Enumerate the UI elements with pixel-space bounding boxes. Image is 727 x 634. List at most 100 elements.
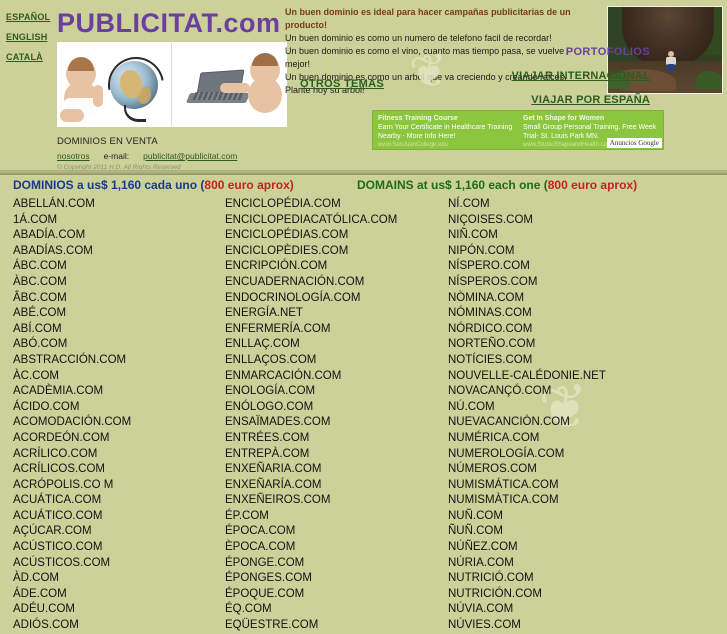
domain-item: NOTÍCIES.COM [448,353,533,366]
domain-item: ÉPOQUE.COM [225,587,305,600]
domain-item: ÀD.COM [13,572,59,585]
domain-item: ÉPONGE.COM [225,556,305,569]
baby2-hair-shape [252,53,278,66]
babies-banner-image [57,42,287,127]
domain-item: ENCICLOPÉDIA.COM [225,198,341,210]
domain-item: ENXEÑEIROS.COM [225,494,331,507]
domain-item: ENÓLOGO.COM [225,400,314,413]
domain-item: NORTEÑO.COM [448,338,536,351]
domain-item: ÁBC.COM [13,260,67,273]
domain-item: ABSTRACCIÓN.COM [13,353,127,366]
baby2-arm-shape [220,83,250,93]
domain-item: NUMEROLOGÍA.COM [448,447,565,460]
domain-item: NUTRICIÓ.COM [448,572,534,585]
domain-column-3: NÍ.COM NIÇOISES.COM NIÑ.COM NIPÓN.COM NÍSPER… [448,197,727,634]
domain-item: ENLLAÇOS.COM [225,353,317,366]
domain-item: ABADÍA.COM [13,229,86,242]
domain-item: NÓRDICO.COM [448,322,533,335]
ad-2-title[interactable]: Get In Shape for Women [523,114,658,123]
domain-item: NÚMEROS.COM [448,463,537,476]
domain-item: ENCUADERNACIÓN.COM [225,275,365,288]
contact-heading: DOMINIOS EN VENTA [57,136,158,147]
domain-item: ACRÓPOLIS.CO M [13,478,114,491]
domain-item: ENSAÏMADES.COM [225,416,331,429]
baby-with-globe-photo [58,43,171,126]
link-otros-temas[interactable]: OTROS TEMAS [300,78,384,90]
domain-item: NÚ.COM [448,400,495,413]
domain-item: ABELLÁN.COM [13,198,95,210]
price-es-euro: 800 euro [204,178,254,192]
ad-1-title[interactable]: Fitness Training Course [378,114,513,123]
language-link-english[interactable]: ENGLISH [6,32,56,42]
ad-1-url[interactable]: www.SanJuanCollege.edu [378,141,513,149]
domain-item: ENDOCRINOLOGÍA.COM [225,291,361,304]
domain-item: ENCICLOPEDIACATÓLICA.COM [225,213,398,226]
google-ads-logo: Anuncios Google [606,138,662,148]
domain-item: ENCICLOPÉDIAS.COM [225,229,349,242]
page-header: ESPAÑOL ENGLISH CATALÀ PUBLICITAT.com Un… [0,0,727,171]
domain-item: NUMISMÁTICA.COM [448,478,559,491]
email-label: e-mail: [103,151,130,161]
domain-item: NÍSPERO.COM [448,260,530,273]
price-english: DOMAINS at us$ 1,160 each one (800 euro … [357,178,637,192]
domain-item: ENMARCACIÓN.COM [225,369,342,382]
domain-item: ADIÓS.COM [13,619,79,632]
domain-column-2: ENCICLOPÉDIA.COM ENCICLOPEDIACATÓLICA.COM… [223,197,448,634]
domain-item: NÍSPEROS.COM [448,275,538,288]
domain-item: ÈPOCA.COM [225,541,296,554]
price-es-suffix: aprox) [253,178,294,192]
domain-item: ACRÍLICOS.COM [13,463,106,476]
contact-row: nosotros e-mail: publicitat@publicitat.c… [57,151,237,161]
domain-columns: ABELLÁN.COM 1Á.COM ABADÍA.COM ABADÍAS.COM ÁB… [0,197,727,634]
contact-block: DOMINIOS EN VENTA nosotros e-mail: publi… [57,136,237,171]
google-ads-banner[interactable]: Fitness Training Course Earn Your Certif… [372,110,664,150]
language-link-catala[interactable]: CATALÀ [6,52,56,62]
domain-item: NUEVACANCIÓN.COM [448,416,570,429]
tagline-line-1: Un buen dominio es ideal para hacer camp… [285,7,571,30]
domain-item: ÂBC.COM [13,291,67,304]
link-viajar-internacional[interactable]: VIAJAR INTERNACIONAL [455,70,650,82]
domain-item: ACUÁTICA.COM [13,494,102,507]
domain-item: NIPÓN.COM [448,244,515,257]
language-link-espanol[interactable]: ESPAÑOL [6,12,56,22]
domain-column-1: ABELLÁN.COM 1Á.COM ABADÍA.COM ABADÍAS.COM ÁB… [0,197,223,634]
ad-slot-1[interactable]: Fitness Training Course Earn Your Certif… [373,111,518,149]
domain-item: ÉPONGES.COM [225,572,312,585]
domain-item: ÉPOCA.COM [225,525,296,538]
ad-1-text: Earn Your Certificate in Healthcare Trai… [378,124,513,140]
domain-item: AÇÚCAR.COM [13,525,92,538]
domain-item: ABÍ.COM [13,322,62,335]
domain-item: NUMISMÀTICA.COM [448,494,559,507]
domain-item: NÚÑEZ.COM [448,541,518,554]
domain-item: ABÉ.COM [13,307,67,320]
domain-item: ENOLOGÍA.COM [225,385,316,398]
price-en-prefix: DOMAINS at us$ 1,160 each one ( [357,178,548,192]
domain-item: NOUVELLE-CALÉDONIE.NET [448,369,606,382]
link-nosotros[interactable]: nosotros [57,151,90,161]
domain-item: ADÉU.COM [13,603,75,616]
domain-item: ACRÍLICO.COM [13,447,98,460]
domain-item: ACADÈMIA.COM [13,385,104,398]
globe-stand-shape [124,105,146,122]
section-divider [0,170,727,175]
domain-item: NIÑ.COM [448,229,498,242]
domain-item: ENERGÍA.NET [225,307,303,320]
domain-item: NÚRIA.COM [448,556,514,569]
portfolio-links: PORTOFOLIOS VIAJAR INTERNACIONAL VIAJAR … [455,46,650,106]
tagline-line-2: Un buen dominio es como un numero de tel… [285,33,552,43]
domain-item: NUTRICIÓN.COM [448,587,542,600]
domain-item: ÁCIDO.COM [13,400,80,413]
baby2-torso-shape [248,77,282,113]
domain-item: ÉQ.COM [225,603,272,616]
domain-item: NUÑ.COM [448,509,503,522]
domain-item: ENFERMERÍA.COM [225,322,331,335]
price-bar: DOMINIOS a us$ 1,160 cada uno (800 euro … [0,178,727,198]
domain-item: NÚVIA.COM [448,603,514,616]
domain-item: NIÇOISES.COM [448,213,533,226]
language-switcher: ESPAÑOL ENGLISH CATALÀ [6,12,56,62]
domain-item: NOVACANÇÓ.COM [448,385,552,398]
link-email-address[interactable]: publicitat@publicitat.com [143,151,237,161]
domain-item: ACUÁTICO.COM [13,509,103,522]
link-viajar-por-espana[interactable]: VIAJAR POR ESPAÑA [455,94,650,106]
domain-item: ENXEÑARIA.COM [225,463,322,476]
